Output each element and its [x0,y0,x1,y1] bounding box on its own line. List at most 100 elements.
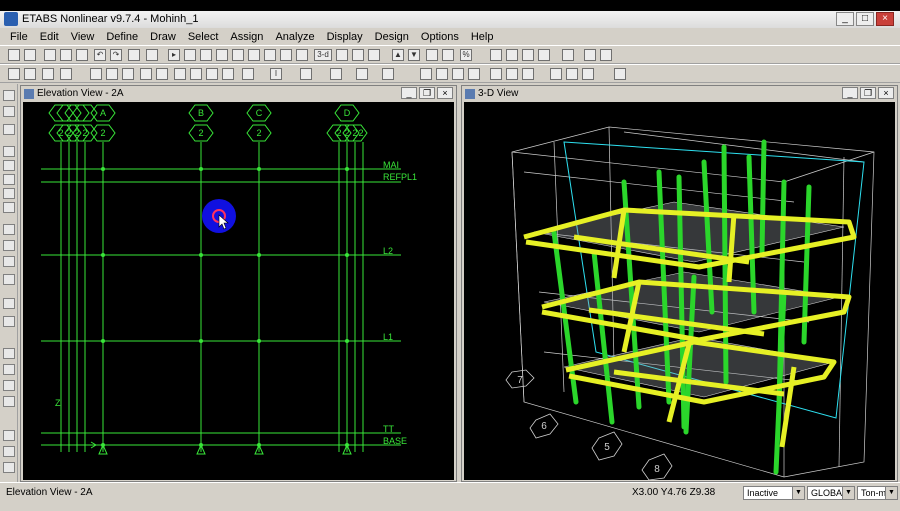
set-display-icon[interactable] [426,49,438,61]
assign-load-icon[interactable] [382,68,394,80]
draw-area-icon[interactable] [3,224,15,235]
refresh-icon[interactable] [128,49,140,61]
replicate-icon[interactable] [452,68,464,80]
open-file-icon[interactable] [24,49,36,61]
menu-assign[interactable]: Assign [224,31,269,43]
zoom-step-out-icon[interactable] [264,49,276,61]
draw-frame-icon[interactable] [506,49,518,61]
close-button[interactable]: × [876,12,894,26]
snap-middle-icon[interactable] [3,446,15,457]
assign-restraint-icon[interactable] [300,68,312,80]
select-clear-icon[interactable] [3,380,15,391]
menu-edit[interactable]: Edit [34,31,65,43]
assign-frame-icon[interactable] [330,68,342,80]
menu-options[interactable]: Options [415,31,465,43]
zoom-out-icon[interactable] [232,49,244,61]
elevation-close-button[interactable]: × [437,87,453,99]
extrude-icon[interactable] [436,68,448,80]
snap-point-icon[interactable] [106,68,118,80]
3d-view-button[interactable]: 3-d [314,49,332,61]
menu-draw[interactable]: Draw [144,31,182,43]
show-energy-icon[interactable] [222,68,234,80]
story-data-icon[interactable] [582,68,594,80]
menu-analyze[interactable]: Analyze [269,31,320,43]
draw-point-icon[interactable] [3,124,15,135]
table-icon[interactable] [614,68,626,80]
join-icon[interactable] [490,68,502,80]
show-loads-icon[interactable] [156,68,168,80]
units-select[interactable]: Ton-m ▼ [857,486,898,500]
merge-icon[interactable] [522,68,534,80]
draw-wall-icon[interactable] [3,274,15,285]
cross-select-icon[interactable] [8,68,20,80]
save-icon[interactable] [44,49,56,61]
select-all-icon[interactable] [3,348,15,359]
zoom-in-icon[interactable] [216,49,228,61]
divide-icon[interactable] [468,68,480,80]
rubber-band-zoom-icon[interactable] [184,49,196,61]
select-previous-icon[interactable] [3,364,15,375]
create-brace-icon[interactable] [3,202,15,213]
get-previous-selection-icon[interactable] [60,68,72,80]
elevation-canvas[interactable]: A B C D 2 2 2 2 2 2 2 2 2 2 2 MAI REFPL1… [23,102,454,480]
snap-ends-icon[interactable] [3,430,15,441]
display-options-icon[interactable] [420,68,432,80]
menu-design[interactable]: Design [369,31,415,43]
draw-line-icon[interactable] [3,146,15,157]
assign-area-icon[interactable] [356,68,368,80]
lock-icon[interactable] [146,49,158,61]
create-column-icon[interactable] [3,174,15,185]
maximize-button[interactable]: □ [856,12,874,26]
draw-beam-icon[interactable] [538,49,550,61]
snap-line-icon[interactable] [122,68,134,80]
elevation-restore-button[interactable]: ❐ [419,87,435,99]
undo-icon[interactable]: ↶ [94,49,106,61]
inactive-select[interactable]: Inactive ▼ [743,486,805,500]
print-preview-icon[interactable] [76,49,88,61]
stories-icon[interactable] [550,68,562,80]
draw-dimension-icon[interactable] [3,298,15,309]
grid-icon[interactable] [566,68,578,80]
section-cut-icon[interactable]: I [270,68,282,80]
create-beam-icon[interactable] [3,188,15,199]
move-down-icon[interactable]: ▼ [408,49,420,61]
coord-system-select[interactable]: GLOBAL ▼ [807,486,855,500]
show-forces-icon[interactable] [206,68,218,80]
menu-file[interactable]: File [4,31,34,43]
show-undeformed-icon[interactable] [140,68,152,80]
3d-close-button[interactable]: × [878,87,894,99]
menu-view[interactable]: View [65,31,101,43]
menu-display[interactable]: Display [321,31,369,43]
show-mode-icon[interactable] [190,68,202,80]
snap-grid-icon[interactable] [90,68,102,80]
zoom-step-in-icon[interactable] [248,49,260,61]
frame-icon[interactable] [490,49,502,61]
elevation-view-icon[interactable] [352,49,364,61]
plan-view-icon[interactable] [336,49,348,61]
brace-icon[interactable] [562,49,574,61]
3d-restore-button[interactable]: ❐ [860,87,876,99]
3d-minimize-button[interactable]: _ [842,87,858,99]
run-analysis-icon[interactable]: ▸ [168,49,180,61]
wall-icon[interactable] [600,49,612,61]
draw-brace-icon[interactable] [3,160,15,171]
xy-view-icon[interactable] [368,49,380,61]
create-area-icon[interactable] [3,256,15,267]
deselect-icon[interactable] [42,68,54,80]
move-up-icon[interactable]: ▲ [392,49,404,61]
section-cut-draw-icon[interactable] [3,316,15,327]
view-set-icon[interactable] [296,49,308,61]
reshape-icon[interactable] [3,106,15,117]
draw-column-icon[interactable] [522,49,534,61]
align-icon[interactable] [506,68,518,80]
menu-help[interactable]: Help [465,31,500,43]
3d-canvas[interactable]: 7 6 5 8 [464,102,895,480]
area-icon[interactable] [584,49,596,61]
check-icon[interactable] [442,49,454,61]
minimize-button[interactable]: _ [836,12,854,26]
print-icon[interactable] [60,49,72,61]
show-response-icon[interactable] [242,68,254,80]
snap-intersect-icon[interactable] [3,462,15,473]
pointer-select-icon[interactable] [24,68,36,80]
restore-view-icon[interactable] [200,49,212,61]
